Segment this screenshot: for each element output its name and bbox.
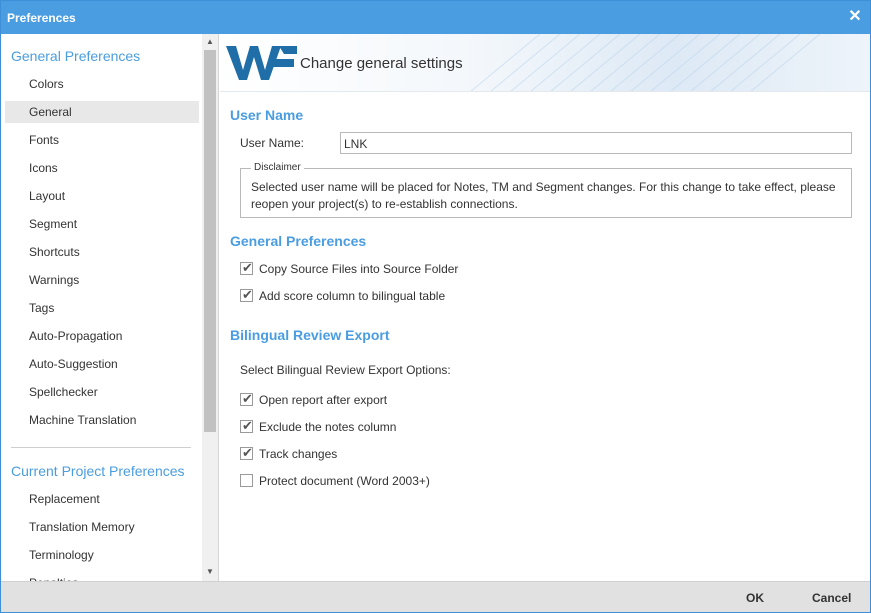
sidebar-item-shortcuts[interactable]: Shortcuts <box>5 241 199 263</box>
cancel-button[interactable]: Cancel <box>812 591 851 605</box>
scrollbar-thumb[interactable] <box>204 50 216 432</box>
settings-panel: Change general settings User Name User N… <box>220 34 870 581</box>
protect-document-label: Protect document (Word 2003+) <box>259 474 430 488</box>
scroll-down-arrow-icon[interactable]: ▼ <box>202 565 218 579</box>
exclude-notes-label: Exclude the notes column <box>259 420 397 434</box>
sidebar-item-auto-propagation[interactable]: Auto-Propagation <box>5 325 199 347</box>
checkmark-icon: ✔ <box>242 260 253 275</box>
disclaimer-box: Disclaimer Selected user name will be pl… <box>240 162 852 218</box>
close-icon[interactable]: ✕ <box>846 8 864 26</box>
sidebar-item-replacement[interactable]: Replacement <box>5 488 199 510</box>
bilingual-export-subtitle: Select Bilingual Review Export Options: <box>240 363 451 377</box>
user-name-label: User Name: <box>240 136 305 150</box>
add-score-column-label: Add score column to bilingual table <box>259 289 446 303</box>
current-project-preferences-section-title: Current Project Preferences <box>11 463 185 479</box>
sidebar-item-warnings[interactable]: Warnings <box>5 269 199 291</box>
sidebar-item-layout[interactable]: Layout <box>5 185 199 207</box>
dialog-title: Preferences <box>7 11 76 25</box>
disclaimer-legend: Disclaimer <box>251 162 304 173</box>
general-preferences-heading: General Preferences <box>230 233 367 249</box>
dialog-footer: OK Cancel <box>1 581 870 612</box>
exclude-notes-checkbox[interactable]: ✔ <box>240 418 253 433</box>
sidebar-item-fonts[interactable]: Fonts <box>5 129 199 151</box>
user-name-input[interactable]: LNK <box>340 132 852 154</box>
user-name-heading: User Name <box>230 107 304 123</box>
add-score-column-checkbox[interactable]: ✔ <box>240 287 253 302</box>
bilingual-review-export-heading: Bilingual Review Export <box>230 327 390 343</box>
open-report-checkbox[interactable]: ✔ <box>240 391 253 406</box>
preferences-sidebar: General Preferences Colors General Fonts… <box>1 34 219 581</box>
general-preferences-section-title: General Preferences <box>11 48 141 64</box>
copy-source-files-label: Copy Source Files into Source Folder <box>259 262 459 276</box>
sidebar-item-tags[interactable]: Tags <box>5 297 199 319</box>
sidebar-item-colors[interactable]: Colors <box>5 73 199 95</box>
sidebar-item-icons[interactable]: Icons <box>5 157 199 179</box>
sidebar-item-translation-memory[interactable]: Translation Memory <box>5 516 199 538</box>
sidebar-item-machine-translation[interactable]: Machine Translation <box>5 409 199 431</box>
title-bar[interactable]: Preferences ✕ <box>1 1 870 34</box>
sidebar-item-general[interactable]: General <box>5 101 199 123</box>
track-changes-label: Track changes <box>259 447 338 461</box>
copy-source-files-checkbox[interactable]: ✔ <box>240 260 253 275</box>
sidebar-item-spellchecker[interactable]: Spellchecker <box>5 381 199 403</box>
wf-logo-icon <box>226 46 297 80</box>
sidebar-item-segment[interactable]: Segment <box>5 213 199 235</box>
scroll-up-arrow-icon[interactable]: ▲ <box>202 35 218 49</box>
banner-decoration <box>470 34 821 91</box>
checkmark-icon: ✔ <box>242 445 253 460</box>
ok-button[interactable]: OK <box>746 591 764 605</box>
track-changes-checkbox[interactable]: ✔ <box>240 445 253 460</box>
banner-title: Change general settings <box>300 55 463 72</box>
preferences-dialog: Preferences ✕ General Preferences Colors… <box>0 0 871 613</box>
checkmark-icon: ✔ <box>242 391 253 406</box>
sidebar-item-auto-suggestion[interactable]: Auto-Suggestion <box>5 353 199 375</box>
sidebar-item-terminology[interactable]: Terminology <box>5 544 199 566</box>
sidebar-divider <box>11 447 191 448</box>
sidebar-item-penalties[interactable]: Penalties <box>5 572 199 581</box>
protect-document-checkbox[interactable] <box>240 474 253 487</box>
disclaimer-text: Selected user name will be placed for No… <box>251 180 836 211</box>
sidebar-scrollbar[interactable]: ▲ ▼ <box>202 34 218 581</box>
checkmark-icon: ✔ <box>242 287 253 302</box>
checkmark-icon: ✔ <box>242 418 253 433</box>
settings-banner: Change general settings <box>220 34 870 92</box>
open-report-label: Open report after export <box>259 393 388 407</box>
